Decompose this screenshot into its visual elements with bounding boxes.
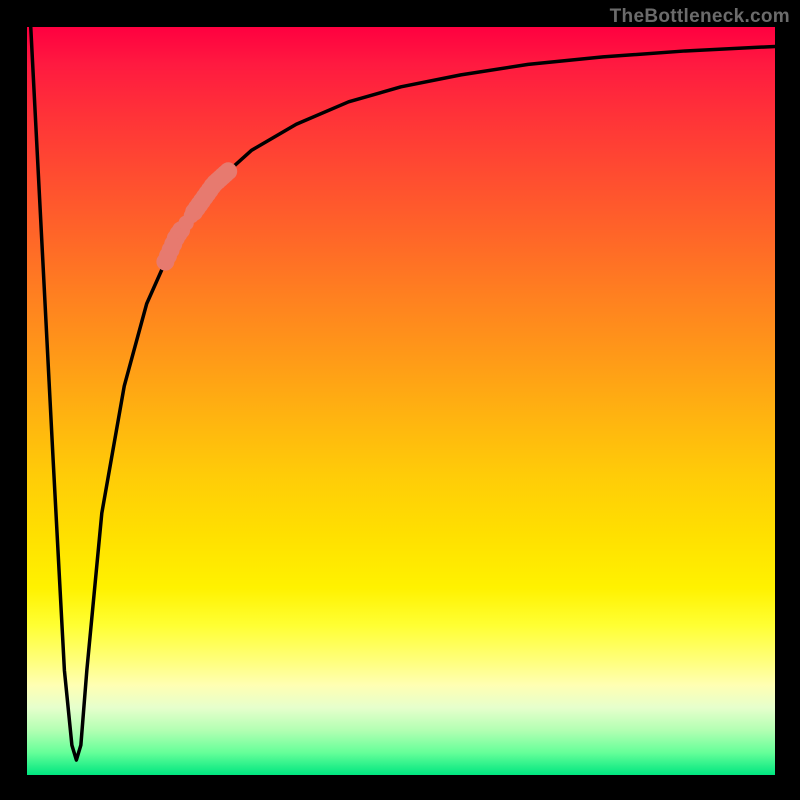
chart-container: TheBottleneck.com	[0, 0, 800, 800]
bottleneck-curve	[31, 27, 775, 760]
watermark-text: TheBottleneck.com	[610, 6, 790, 28]
highlighted-segment	[156, 162, 237, 270]
highlight-marker	[219, 162, 237, 180]
curve-layer	[27, 27, 775, 775]
highlight-marker	[184, 208, 199, 223]
